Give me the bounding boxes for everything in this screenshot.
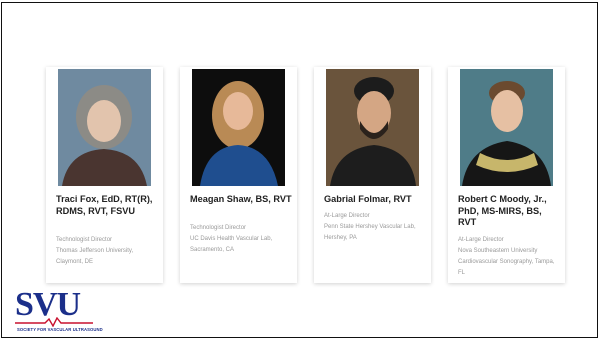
person-name: Robert C Moody, Jr., PhD, MS-MIRS, BS, R… — [458, 194, 547, 227]
slide-frame: Traci Fox, EdD, RT(R), RDMS, RVT, FSVU T… — [1, 2, 598, 338]
director-card-traci-fox[interactable]: Traci Fox, EdD, RT(R), RDMS, RVT, FSVU T… — [46, 67, 163, 283]
logo-subtitle: SOCIETY FOR VASCULAR ULTRASOUND — [17, 327, 103, 332]
person-role: Technologist Director — [56, 237, 113, 243]
portrait-meagan-shaw — [192, 69, 285, 186]
portrait-robert-moody — [460, 69, 553, 186]
person-organization: Thomas Jefferson University, Claymont, D… — [56, 248, 134, 265]
director-card-robert-moody[interactable]: Robert C Moody, Jr., PhD, MS-MIRS, BS, R… — [448, 67, 565, 283]
svu-logo: SVU SOCIETY FOR VASCULAR ULTRASOUND — [15, 287, 103, 337]
person-organization: UC Davis Health Vascular Lab, Sacramento… — [190, 236, 273, 253]
person-organization: Penn State Hershey Vascular Lab, Hershey… — [324, 224, 416, 241]
person-name: Traci Fox, EdD, RT(R), RDMS, RVT, FSVU — [56, 194, 153, 216]
director-card-meagan-shaw[interactable]: Meagan Shaw, BS, RVT Technologist Direct… — [180, 67, 297, 283]
person-name: Gabrial Folmar, RVT — [324, 194, 412, 204]
person-role: Technologist Director — [190, 225, 247, 231]
person-name: Meagan Shaw, BS, RVT — [190, 194, 292, 204]
pulse-line-icon — [15, 317, 93, 327]
director-card-gabrial-folmar[interactable]: Gabrial Folmar, RVT At-Large Director Pe… — [314, 67, 431, 283]
portrait-traci-fox — [58, 69, 151, 186]
person-organization: Nova Southeastern University Cardiovascu… — [458, 248, 555, 276]
person-role: At-Large Director — [324, 213, 370, 219]
person-role: At-Large Director — [458, 237, 504, 243]
portrait-gabrial-folmar — [326, 69, 419, 186]
